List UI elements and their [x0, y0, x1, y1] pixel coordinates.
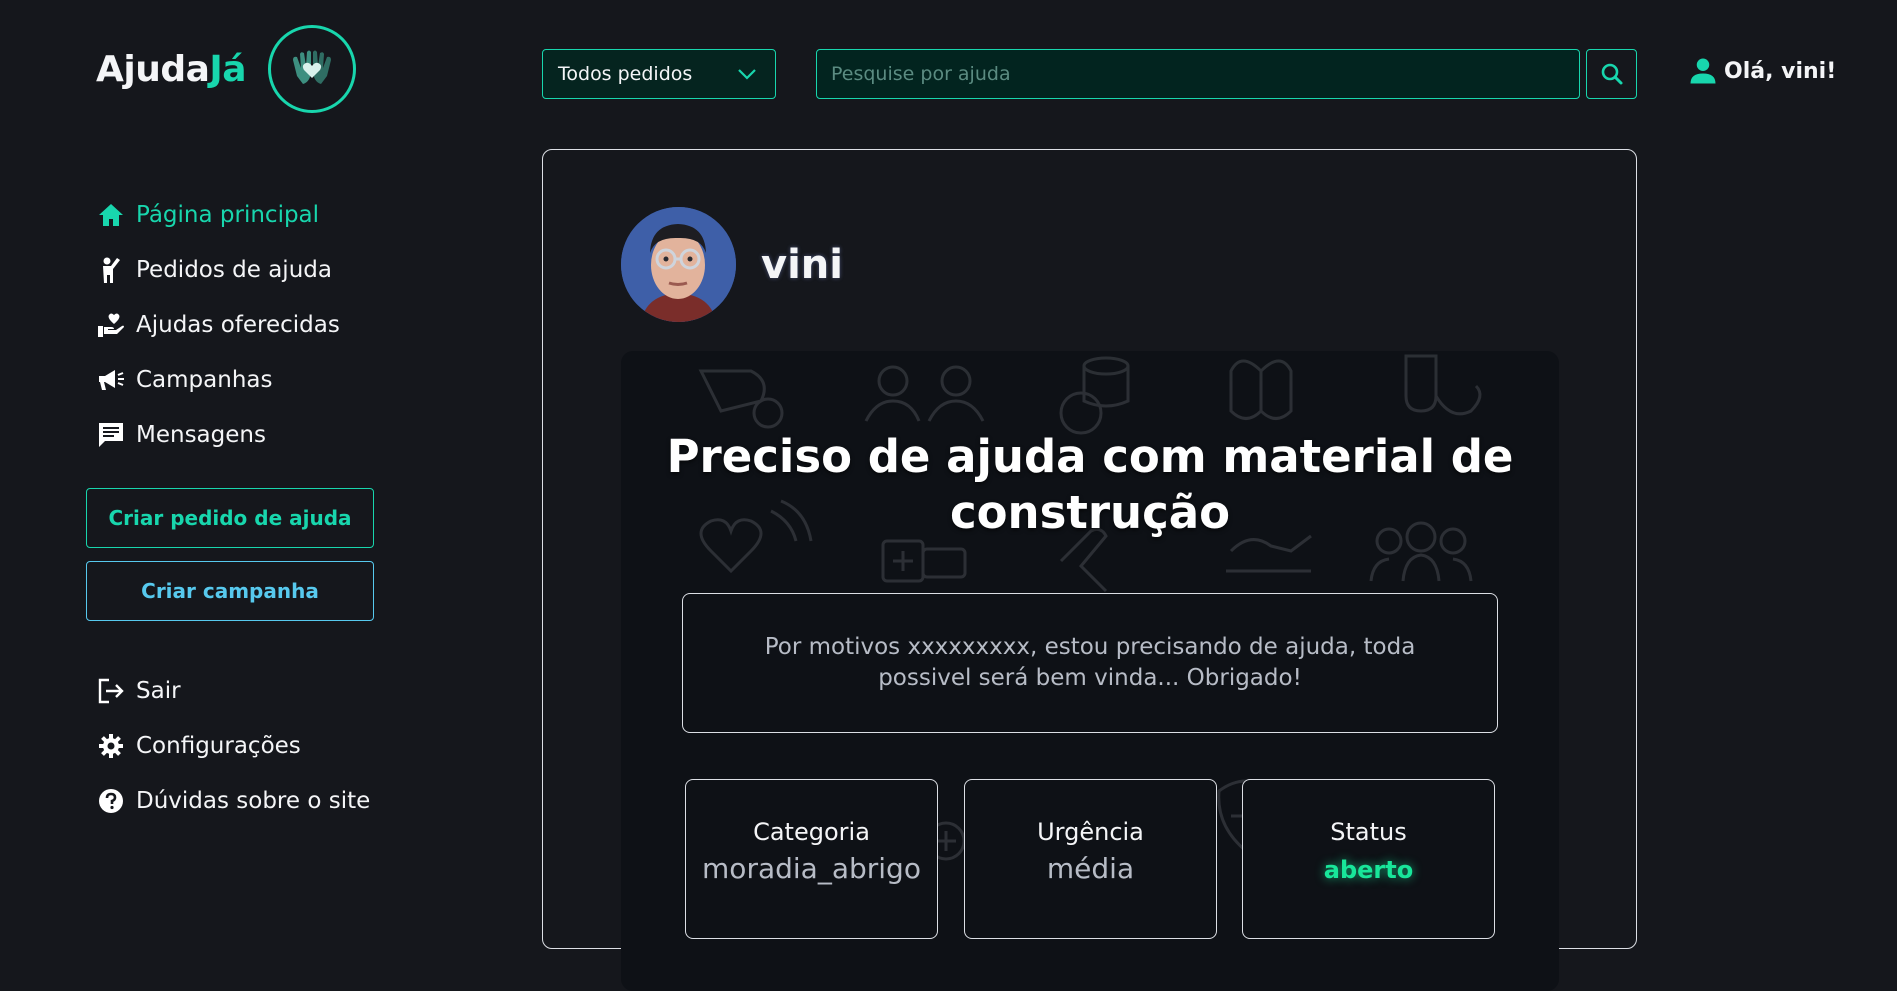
gear-icon	[96, 731, 126, 761]
category-label: Categoria	[753, 818, 870, 846]
create-campaign-button[interactable]: Criar campanha	[86, 561, 374, 621]
sidebar-item-label: Configurações	[136, 732, 301, 759]
user-greeting[interactable]: Olá, vini!	[1688, 54, 1836, 88]
help-request-card: vini Preciso de ajuda com material de co…	[542, 149, 1637, 991]
sidebar-item-label: Campanhas	[136, 366, 273, 393]
sidebar-item-label: Ajudas oferecidas	[136, 311, 340, 338]
category-value: moradia_abrigo	[702, 852, 921, 885]
urgency-info-box: Urgência média	[964, 779, 1217, 939]
category-info-box: Categoria moradia_abrigo	[685, 779, 938, 939]
chevron-down-icon	[738, 69, 756, 80]
person-raising-hand-icon	[96, 255, 126, 285]
search-icon	[1601, 63, 1622, 85]
home-icon	[96, 200, 126, 230]
sidebar-item-label: Página principal	[136, 201, 320, 228]
urgency-label: Urgência	[1037, 818, 1144, 846]
author-name: vini	[761, 241, 843, 288]
sidebar-item-campaigns[interactable]: Campanhas	[96, 352, 340, 407]
create-help-request-button[interactable]: Criar pedido de ajuda	[86, 488, 374, 548]
sidebar-item-label: Sair	[136, 677, 181, 704]
post-description-text: Por motivos xxxxxxxxx, estou precisando …	[764, 634, 1416, 691]
sidebar-item-label: Pedidos de ajuda	[136, 256, 332, 283]
logo[interactable]: AjudaJá	[96, 24, 357, 114]
post-description: Por motivos xxxxxxxxx, estou precisando …	[682, 593, 1498, 733]
post-content: Preciso de ajuda com material de constru…	[621, 351, 1559, 991]
sidebar-item-messages[interactable]: Mensagens	[96, 407, 340, 462]
hand-holding-heart-icon	[96, 310, 126, 340]
megaphone-icon	[96, 365, 126, 395]
sidebar-item-help-requests[interactable]: Pedidos de ajuda	[96, 242, 340, 297]
status-info-box: Status aberto	[1242, 779, 1495, 939]
logo-text-main: Ajuda	[96, 48, 210, 90]
helping-hands-logo-icon	[268, 25, 357, 113]
request-filter-select[interactable]: Todos pedidos	[542, 49, 776, 99]
status-badge: aberto	[1323, 856, 1414, 884]
sidebar-item-home[interactable]: Página principal	[96, 187, 340, 242]
sidebar-item-label: Dúvidas sobre o site	[136, 787, 371, 814]
sidebar-item-settings[interactable]: Configurações	[96, 718, 370, 773]
logout-icon	[96, 676, 126, 706]
user-icon	[1690, 58, 1716, 84]
sidebar-nav: Página principal Pedidos de ajuda Ajudas…	[96, 187, 340, 462]
post-title: Preciso de ajuda com material de constru…	[666, 430, 1514, 539]
sidebar-item-faq[interactable]: Dúvidas sobre o site	[96, 773, 370, 828]
search-input[interactable]	[816, 49, 1580, 99]
question-icon	[96, 786, 126, 816]
search-button[interactable]	[1586, 49, 1637, 99]
sidebar-item-label: Mensagens	[136, 421, 266, 448]
logo-text: AjudaJá	[96, 48, 247, 90]
urgency-value: média	[1046, 852, 1135, 885]
greeting-text: Olá, vini!	[1724, 58, 1837, 84]
sidebar-bottom-nav: Sair Configurações Dúvidas sobre o site	[96, 663, 370, 828]
sidebar-item-logout[interactable]: Sair	[96, 663, 370, 718]
request-filter-value: Todos pedidos	[558, 63, 693, 85]
post-author[interactable]: vini	[621, 207, 843, 322]
logo-text-accent: Já	[209, 48, 247, 90]
avatar	[621, 207, 736, 322]
sidebar-item-offered-help[interactable]: Ajudas oferecidas	[96, 297, 340, 352]
message-icon	[96, 420, 126, 450]
status-label: Status	[1330, 818, 1407, 846]
